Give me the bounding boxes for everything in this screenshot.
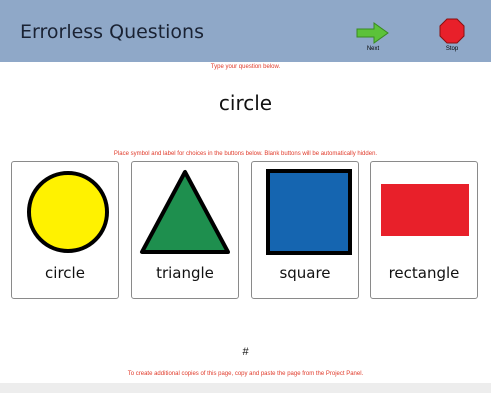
app-title: Errorless Questions: [20, 21, 204, 43]
choice-button-circle[interactable]: circle: [11, 161, 119, 299]
choice-label: square: [279, 264, 331, 282]
next-label: Next: [366, 46, 380, 52]
stop-label: Stop: [445, 46, 459, 52]
choice-button-square[interactable]: square: [251, 161, 359, 299]
stop-button[interactable]: Stop: [430, 18, 474, 58]
choice-label: circle: [45, 264, 85, 282]
choices-hint: Place symbol and label for choices in th…: [113, 151, 378, 157]
next-arrow-icon: [356, 22, 389, 44]
next-button[interactable]: Next: [351, 18, 395, 58]
choice-label: triangle: [156, 264, 214, 282]
circle-icon: [27, 171, 109, 253]
footer-hint: To create additional copies of this page…: [127, 371, 364, 377]
footer-band: [0, 383, 491, 393]
triangle-icon: [140, 170, 230, 254]
rectangle-icon: [381, 184, 469, 236]
question-text[interactable]: circle: [0, 91, 491, 115]
question-hint: Type your question below.: [210, 64, 281, 70]
page-number: #: [242, 346, 249, 358]
choice-button-rectangle[interactable]: rectangle: [370, 161, 478, 299]
choice-button-triangle[interactable]: triangle: [131, 161, 239, 299]
choice-label: rectangle: [388, 264, 460, 282]
header-bar: Errorless Questions Next Stop: [0, 0, 491, 62]
square-icon: [266, 169, 352, 255]
stop-sign-icon: [439, 18, 465, 44]
